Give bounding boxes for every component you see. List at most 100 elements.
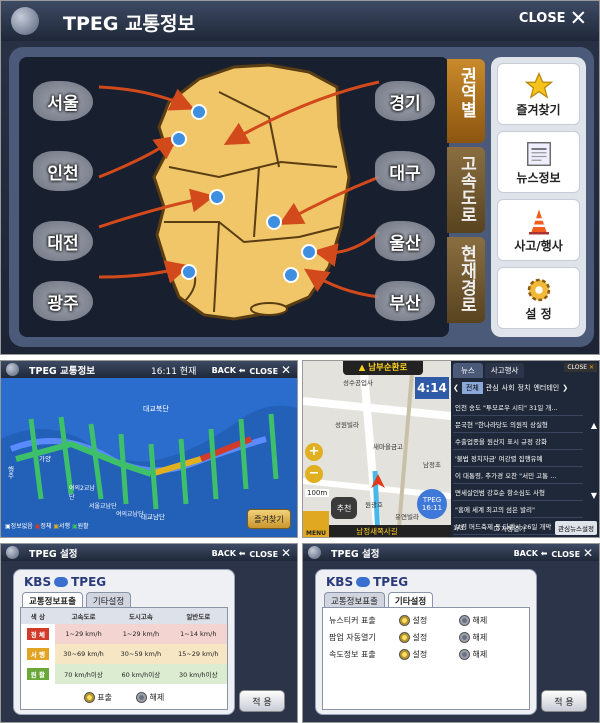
speed-table-container: 색 상 고속도로 도시고속 일반도로 정 체 1~29 km/h 1~29 km… bbox=[20, 607, 228, 710]
content-area: 서울 인천 대전 광주 경기 대구 울산 부산 권역별 고속도로 현재경로 즐겨… bbox=[9, 47, 594, 347]
back-arrow-icon: ⬅ bbox=[540, 548, 548, 558]
poi-label: 유연빌라 bbox=[395, 513, 419, 521]
dish-logo-icon bbox=[6, 546, 19, 559]
list-item[interactable]: 수출업종을 원산지 표시 규정 강화 bbox=[453, 433, 583, 450]
close-button[interactable]: CLOSE ✕ bbox=[564, 363, 597, 372]
radio-off-icon bbox=[136, 692, 147, 703]
list-item[interactable]: 문국현 "한나라당도 의원직 상실형 bbox=[453, 416, 583, 433]
city-seoul[interactable]: 서울 bbox=[25, 67, 101, 135]
ticker-off-radio[interactable]: 해제 bbox=[459, 615, 487, 626]
speed-off-radio[interactable]: 해제 bbox=[459, 649, 487, 660]
settings-card: KBS TPEG 교통정보표출 기타설정 색 상 고속도로 도시고속 일반도로 정… bbox=[13, 569, 235, 715]
close-icon: ✕ bbox=[582, 546, 593, 560]
radio-off-icon bbox=[459, 615, 470, 626]
display-off-radio[interactable]: 해제 bbox=[136, 692, 164, 703]
category-interest[interactable]: 관심 bbox=[486, 383, 499, 393]
city-ulsan[interactable]: 울산 bbox=[367, 207, 443, 275]
incident-event-button[interactable]: 사고/행사 bbox=[497, 199, 580, 261]
city-busan[interactable]: 부산 bbox=[367, 267, 443, 335]
zoom-out-button[interactable]: − bbox=[305, 465, 323, 483]
dish-logo-icon bbox=[11, 7, 39, 35]
display-on-radio[interactable]: 표출 bbox=[83, 692, 112, 703]
list-item[interactable]: '불법 정치자금' 여강렬 집행유예 bbox=[453, 450, 583, 467]
apply-button[interactable]: 적 용 bbox=[239, 690, 285, 712]
tab-current-route[interactable]: 현재경로 bbox=[447, 237, 485, 323]
city-daegu[interactable]: 대구 bbox=[367, 137, 443, 205]
category-politics[interactable]: 정치 bbox=[518, 383, 531, 393]
close-button[interactable]: CLOSE ✕ bbox=[519, 6, 587, 30]
navigation-news-panel: ▲ 남부순환로 4:14 + − 100m 성수공업사 성원빌라 새마을금고 남… bbox=[302, 360, 600, 538]
radio-on-icon bbox=[83, 692, 95, 703]
city-gyeonggi[interactable]: 경기 bbox=[367, 67, 443, 135]
category-society[interactable]: 사회 bbox=[502, 383, 515, 393]
close-icon: ✕ bbox=[569, 6, 587, 30]
tab-highway[interactable]: 고속도로 bbox=[447, 147, 485, 233]
label-daegyo-north: 대교북단 bbox=[143, 405, 169, 413]
close-icon: ✕ bbox=[588, 364, 594, 371]
recommend-button[interactable]: 추천 bbox=[331, 497, 357, 519]
back-button[interactable]: BACK ⬅ bbox=[212, 366, 246, 375]
favorites-button[interactable]: 즐겨찾기 bbox=[247, 509, 291, 529]
update-time: 16:11 현재 bbox=[151, 367, 197, 377]
favorite-news-settings-button[interactable]: 관심뉴스설정 bbox=[555, 521, 597, 535]
auto-open-toggle[interactable]: ☐ 자동열기 bbox=[493, 523, 525, 533]
poi-label: 원광호 bbox=[365, 501, 383, 509]
next-arrow-icon[interactable]: ❯ bbox=[562, 384, 568, 392]
list-item[interactable]: "홈에 세계 최고의 섬은 발리" bbox=[453, 501, 583, 518]
scroll-up-icon[interactable]: ▲ bbox=[591, 421, 597, 430]
radio-on-icon bbox=[399, 649, 410, 660]
car-position-icon bbox=[371, 473, 385, 488]
city-daejeon[interactable]: 대전 bbox=[25, 207, 101, 275]
poi-label: 성수공업사 bbox=[343, 379, 373, 387]
dish-logo-icon bbox=[308, 546, 321, 559]
headline-list: 인천 송도 "투모로우 시티" 31일 개... 문국현 "한나라당도 의원직 … bbox=[453, 399, 583, 535]
radio-off-icon bbox=[459, 649, 470, 660]
tab-region[interactable]: 권역별 bbox=[447, 59, 485, 143]
list-item[interactable]: 이 대통령, 추가경 오찬 "서민 고통 ... bbox=[453, 467, 583, 484]
menu-button[interactable]: MENU bbox=[303, 511, 329, 537]
category-all[interactable]: 전체 bbox=[461, 382, 483, 394]
city-gwangju[interactable]: 광주 bbox=[25, 267, 101, 335]
poi-label: 성원빌라 bbox=[335, 421, 359, 429]
apply-button[interactable]: 적 용 bbox=[541, 690, 587, 712]
prev-arrow-icon[interactable]: ❮ bbox=[453, 384, 459, 392]
zoom-in-button[interactable]: + bbox=[305, 443, 323, 461]
scroll-down-icon[interactable]: ▼ bbox=[591, 491, 597, 500]
settings-button[interactable]: 설 정 bbox=[497, 267, 580, 329]
close-button[interactable]: CLOSE ✕ bbox=[249, 546, 291, 560]
label-gayang: 가양 bbox=[39, 455, 51, 463]
popup-off-radio[interactable]: 해제 bbox=[459, 632, 487, 643]
route-banner: ▲ 남부순환로 bbox=[343, 361, 423, 375]
settings-card: KBS TPEG 교통정보표출 기타설정 뉴스티커 표출 설정 해제 팝업 자동열… bbox=[315, 569, 537, 715]
nav-map: ▲ 남부순환로 4:14 + − 100m 성수공업사 성원빌라 새마을금고 남… bbox=[303, 361, 452, 537]
option-speed-display: 속도정보 표출 설정 해제 bbox=[329, 649, 488, 660]
dish-logo-icon bbox=[6, 363, 19, 376]
tpeg-main-panel: TPEG 교통정보 CLOSE ✕ 서울 인천 대전 광주 경기 대구 울산 부… bbox=[0, 0, 600, 355]
list-item[interactable]: 인천 송도 "투모로우 시티" 31일 개... bbox=[453, 399, 583, 416]
back-button[interactable]: BACK ⬅ bbox=[212, 549, 246, 558]
category-entertainment[interactable]: 엔터테인 bbox=[533, 383, 559, 393]
tpeg-badge[interactable]: TPEG 16:11 bbox=[417, 489, 447, 519]
ticker-on-radio[interactable]: 설정 bbox=[399, 615, 459, 626]
list-item[interactable]: 면세살인범 강호순 항소심도 사형 bbox=[453, 484, 583, 501]
favorites-button[interactable]: 즐겨찾기 bbox=[497, 63, 580, 125]
back-button[interactable]: BACK ⬅ bbox=[514, 549, 548, 558]
region-map: 서울 인천 대전 광주 경기 대구 울산 부산 bbox=[19, 57, 449, 337]
poi-label: 새마을금고 bbox=[373, 443, 403, 451]
kbs-tpeg-logo: KBS TPEG bbox=[24, 575, 107, 589]
option-news-ticker: 뉴스티커 표출 설정 해제 bbox=[329, 615, 488, 626]
close-button[interactable]: CLOSE ✕ bbox=[551, 546, 593, 560]
speed-on-radio[interactable]: 설정 bbox=[399, 649, 459, 660]
tab-events[interactable]: 사고행사 bbox=[484, 363, 525, 378]
table-row: 정 체 1~29 km/h 1~29 km/h 1~14 km/h bbox=[21, 624, 227, 644]
popup-on-radio[interactable]: 설정 bbox=[399, 632, 459, 643]
close-button[interactable]: CLOSE ✕ bbox=[249, 363, 291, 377]
city-incheon[interactable]: 인천 bbox=[25, 137, 101, 205]
gear-icon bbox=[524, 275, 554, 305]
side-menu: 즐겨찾기 뉴스정보 사고/행사 설 정 bbox=[491, 57, 586, 337]
label-yeoui2gyo: 여의2교남단 bbox=[69, 485, 95, 501]
tab-news[interactable]: 뉴스 bbox=[453, 363, 483, 378]
kbs-tpeg-logo: KBS TPEG bbox=[326, 575, 409, 589]
label-seoulgyo: 서울교남단 bbox=[89, 503, 117, 510]
news-button[interactable]: 뉴스정보 bbox=[497, 131, 580, 193]
